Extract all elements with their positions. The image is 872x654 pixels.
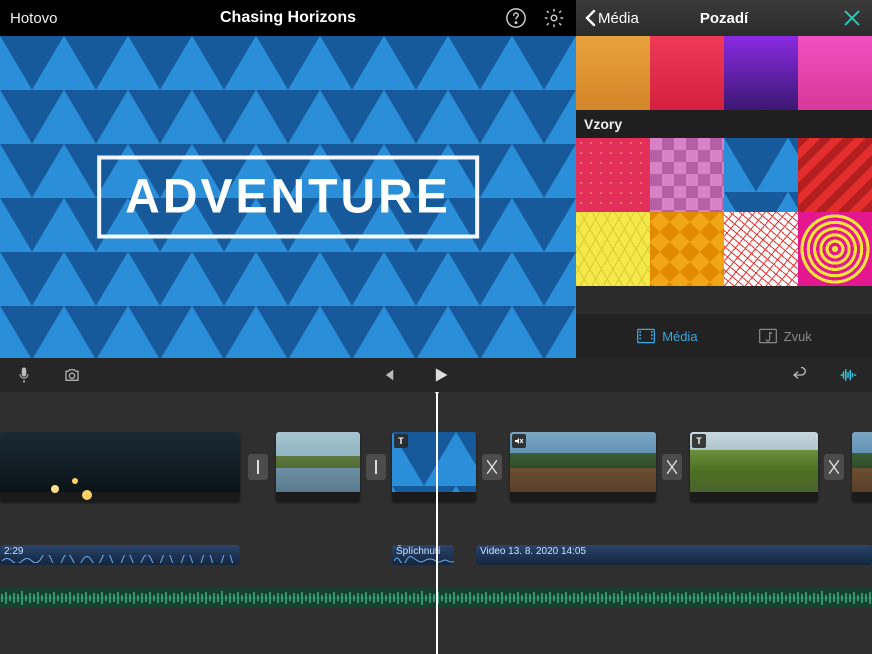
pattern-swatch-yellow-hatch[interactable] [576, 212, 650, 286]
undo-icon[interactable] [788, 363, 812, 387]
transition-handle[interactable] [248, 454, 268, 480]
mic-icon[interactable] [12, 363, 36, 387]
help-icon[interactable] [504, 6, 528, 30]
clip-4[interactable]: T [690, 432, 818, 502]
transition-handle[interactable] [662, 454, 682, 480]
playhead-cap-icon [430, 392, 444, 395]
transition-handle[interactable] [482, 454, 502, 480]
close-icon[interactable] [840, 6, 864, 30]
audio-label: Video 13. 8. 2020 14:05 [480, 546, 586, 557]
pattern-swatch-orange-triangles[interactable] [650, 212, 724, 286]
bg-swatch-red[interactable] [650, 36, 724, 110]
clip-3[interactable] [510, 432, 656, 502]
pattern-swatch-magenta-rings[interactable] [798, 212, 872, 286]
tab-audio-label: Zvuk [784, 329, 812, 344]
bg-swatch-orange[interactable] [576, 36, 650, 110]
pattern-swatch-red-chevron[interactable] [798, 138, 872, 212]
title-frame: ADVENTURE [97, 156, 479, 239]
gradient-grid [576, 36, 872, 110]
pattern-swatch-white-scribble[interactable] [724, 212, 798, 286]
camera-icon[interactable] [60, 363, 84, 387]
preview-header: Hotovo Chasing Horizons [0, 0, 576, 36]
waveform-icon[interactable] [836, 363, 860, 387]
clip-1[interactable] [0, 432, 240, 502]
skip-back-icon[interactable] [376, 363, 400, 387]
mute-badge-icon [512, 434, 526, 448]
done-button[interactable]: Hotovo [10, 10, 58, 27]
playhead[interactable] [436, 392, 438, 654]
audio-clip-2[interactable]: Šplíchnutí [392, 545, 454, 565]
pattern-swatch-pink-diamond[interactable] [650, 138, 724, 212]
title-badge-icon: T [692, 434, 706, 448]
back-label: Média [598, 10, 639, 27]
pattern-swatch-red-dots[interactable] [576, 138, 650, 212]
filmstrip-icon [636, 327, 656, 345]
tab-audio[interactable]: Zvuk [758, 327, 812, 345]
pattern-grid [576, 138, 872, 286]
clip-5[interactable] [852, 432, 872, 502]
title-badge-icon: T [394, 434, 408, 448]
play-icon[interactable] [428, 363, 452, 387]
clip-title[interactable]: T [392, 432, 476, 502]
title-text: ADVENTURE [125, 170, 451, 225]
backgrounds-panel: Média Pozadí Vzory [576, 0, 872, 358]
playback-toolbar [0, 358, 872, 392]
audio-clip-3[interactable]: Video 13. 8. 2020 14:05 [476, 545, 872, 565]
tab-media[interactable]: Média [636, 327, 697, 345]
music-note-icon [758, 327, 778, 345]
timeline[interactable]: T T 2:29 Šplíchnutí Video 13. 8. [0, 392, 872, 654]
bg-swatch-purple[interactable] [724, 36, 798, 110]
gear-icon[interactable] [542, 6, 566, 30]
chevron-left-icon [584, 9, 596, 27]
tab-media-label: Média [662, 329, 697, 344]
patterns-section-label: Vzory [576, 110, 872, 138]
clip-2[interactable] [276, 432, 360, 502]
preview-viewer[interactable]: ADVENTURE [0, 36, 576, 358]
project-title: Chasing Horizons [0, 9, 576, 27]
pattern-swatch-blue-triangles[interactable] [724, 138, 798, 212]
transition-handle[interactable] [366, 454, 386, 480]
bg-swatch-pink[interactable] [798, 36, 872, 110]
audio-clip-1[interactable]: 2:29 [0, 545, 240, 565]
back-button[interactable]: Média [584, 9, 639, 27]
transition-handle[interactable] [824, 454, 844, 480]
